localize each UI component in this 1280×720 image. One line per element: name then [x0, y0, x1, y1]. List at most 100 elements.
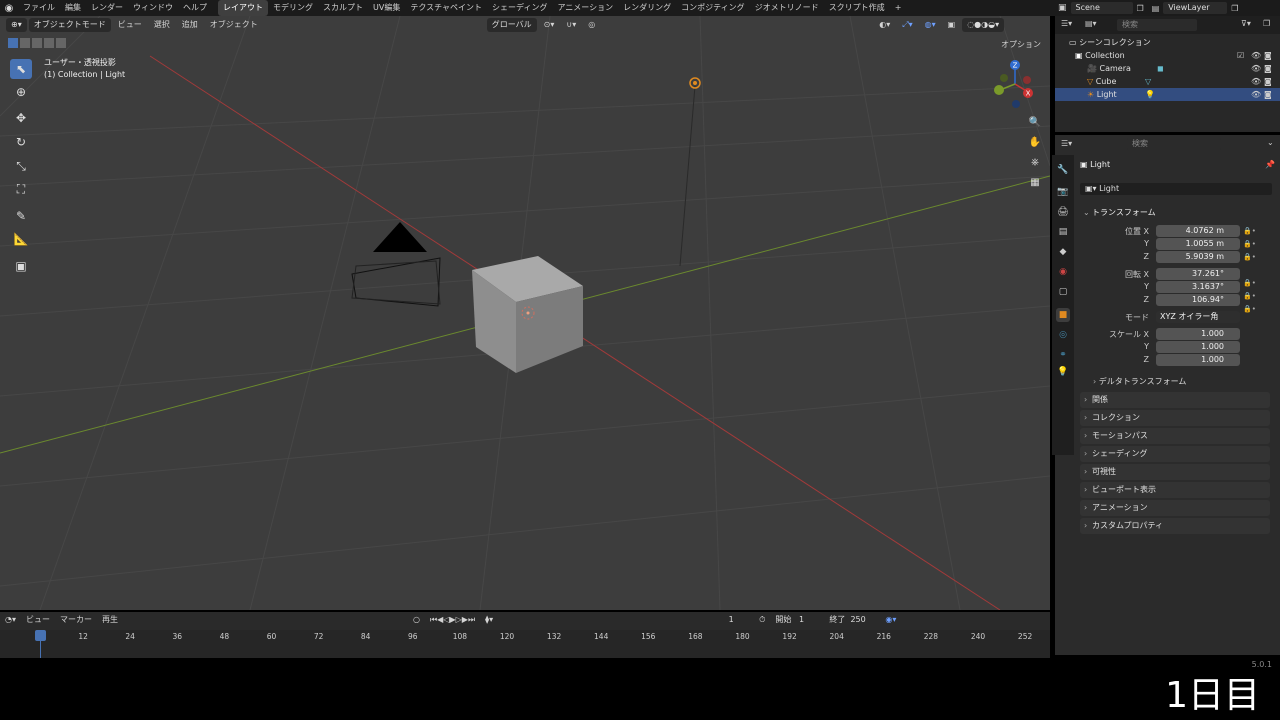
- gizmo-icon[interactable]: ⤢▾: [897, 16, 917, 34]
- panel-relations[interactable]: 関係: [1080, 392, 1270, 408]
- light-eye-icon[interactable]: 👁: [1251, 88, 1261, 101]
- outliner-item-camera[interactable]: 🎥 Camera ◼ 👁 ◙: [1055, 62, 1280, 75]
- outliner-editor-icon[interactable]: ☰▾: [1061, 19, 1072, 28]
- location-y-field[interactable]: 1.0055 m: [1156, 238, 1240, 250]
- rotate-tool-icon[interactable]: ↻: [10, 132, 32, 152]
- camera-data-icon[interactable]: ◼: [1157, 62, 1164, 75]
- outliner-item-cube[interactable]: ▽ Cube ▽ 👁 ◙: [1055, 75, 1280, 88]
- scene-tab-icon[interactable]: ◆: [1056, 245, 1070, 259]
- transform-orientation-dropdown[interactable]: グローバル: [486, 18, 537, 32]
- timeline-menu-view[interactable]: ビュー: [21, 611, 55, 629]
- camera-object[interactable]: [351, 222, 441, 307]
- location-x-field[interactable]: 4.0762 m: [1156, 225, 1240, 237]
- viewport-menu-view[interactable]: ビュー: [113, 16, 147, 34]
- cube-render-icon[interactable]: ◙: [1264, 75, 1272, 88]
- xray-icon[interactable]: ▣: [943, 16, 961, 34]
- light-render-icon[interactable]: ◙: [1264, 88, 1272, 101]
- stopwatch-icon[interactable]: ⏱: [754, 611, 770, 629]
- constraints-tab-icon[interactable]: ⚭: [1056, 348, 1070, 362]
- location-z-field[interactable]: 5.9039 m: [1156, 251, 1240, 263]
- transform-tool-icon[interactable]: ⛶: [10, 179, 32, 199]
- overlay-icon[interactable]: ◍▾: [920, 16, 941, 34]
- new-collection-icon[interactable]: ❐: [1263, 19, 1270, 28]
- display-mode-icon[interactable]: ▤▾: [1085, 19, 1097, 28]
- view-layer-tab-icon[interactable]: ▤: [1056, 225, 1070, 239]
- scene-name-field[interactable]: Scene: [1070, 2, 1133, 14]
- camera-view-icon[interactable]: ⎈: [1027, 154, 1043, 170]
- start-frame-field[interactable]: 開始 1: [770, 613, 823, 627]
- select-extend-icon[interactable]: [20, 38, 30, 48]
- panel-shading[interactable]: シェーディング: [1080, 446, 1270, 462]
- workspace-tab-shading[interactable]: シェーディング: [487, 0, 552, 16]
- scale-y-field[interactable]: 1.000: [1156, 341, 1240, 353]
- playback-dropdown[interactable]: 再生: [97, 611, 123, 629]
- cube-object[interactable]: [472, 256, 583, 373]
- current-frame-field[interactable]: 1: [708, 613, 755, 627]
- select-new-icon[interactable]: [8, 38, 18, 48]
- workspace-tab-texture-paint[interactable]: テクスチャペイント: [405, 0, 487, 16]
- collection-checkbox-icon[interactable]: ☑: [1237, 49, 1244, 62]
- properties-search-input[interactable]: 検索: [1127, 138, 1221, 150]
- add-workspace-icon[interactable]: +: [890, 0, 907, 16]
- delta-transform-header[interactable]: › デルタトランスフォーム: [1093, 376, 1186, 387]
- timeline-editor-icon[interactable]: ◔▾: [0, 611, 21, 629]
- panel-visibility[interactable]: 可視性: [1080, 464, 1270, 480]
- timeline-menu-marker[interactable]: マーカー: [55, 611, 97, 629]
- scale-x-field[interactable]: 1.000: [1156, 328, 1240, 340]
- viewport-menu-select[interactable]: 選択: [149, 16, 175, 34]
- scale-z-field[interactable]: 1.000: [1156, 354, 1240, 366]
- menu-window[interactable]: ウィンドウ: [128, 0, 178, 16]
- viewport-menu-add[interactable]: 追加: [177, 16, 203, 34]
- 3d-viewport[interactable]: ⊕▾ オブジェクトモード ビュー 選択 追加 オブジェクト グローバル ⊙▾ ∪…: [0, 16, 1050, 610]
- scale-tool-icon[interactable]: ⤡: [10, 156, 32, 176]
- menu-help[interactable]: ヘルプ: [178, 0, 212, 16]
- rotation-mode-dropdown[interactable]: XYZ オイラー角: [1156, 311, 1240, 323]
- transform-panel-header[interactable]: ⌄ トランスフォーム: [1080, 205, 1270, 221]
- scene-icon[interactable]: ▣: [1058, 3, 1067, 13]
- move-tool-icon[interactable]: ✥: [10, 108, 32, 128]
- editor-type-icon[interactable]: ⊕▾: [6, 18, 27, 32]
- new-scene-icon[interactable]: ❐: [1137, 4, 1144, 13]
- select-subtract-icon[interactable]: [32, 38, 42, 48]
- collection-eye-icon[interactable]: 👁: [1251, 49, 1261, 62]
- select-intersect-icon[interactable]: [56, 38, 66, 48]
- physics-tab-icon[interactable]: ◎: [1056, 328, 1070, 342]
- world-tab-icon[interactable]: ◉: [1056, 265, 1070, 279]
- light-data-tab-icon[interactable]: 💡: [1056, 365, 1070, 379]
- annotate-tool-icon[interactable]: ✎: [10, 206, 32, 226]
- output-tab-icon[interactable]: 🖨: [1056, 205, 1070, 219]
- select-tool-icon[interactable]: ⬉: [10, 59, 32, 79]
- pin-icon[interactable]: 📌: [1265, 160, 1275, 169]
- keyframe-icon[interactable]: ⧫▾: [480, 611, 498, 629]
- timeline-ruler[interactable]: [0, 630, 1050, 658]
- mesh-data-icon[interactable]: ▽: [1145, 75, 1151, 88]
- menu-render[interactable]: レンダー: [86, 0, 128, 16]
- timeline-view-icon[interactable]: ◉▾: [880, 611, 901, 629]
- object-name-field[interactable]: ▣▾ Light: [1080, 183, 1272, 195]
- pivot-icon[interactable]: ⊙▾: [539, 16, 560, 34]
- options-button[interactable]: オプション: [996, 36, 1046, 54]
- shading-mode-buttons[interactable]: ◌●◑◒▾: [962, 18, 1005, 32]
- workspace-tab-scripting[interactable]: スクリプト作成: [824, 0, 890, 16]
- end-frame-field[interactable]: 終了 250: [824, 613, 881, 627]
- tool-tab-icon[interactable]: 🔧: [1056, 163, 1070, 177]
- auto-keying-icon[interactable]: ○: [408, 611, 425, 629]
- outliner-scene-collection[interactable]: ▭ シーンコレクション: [1055, 36, 1280, 49]
- pan-hand-icon[interactable]: ✋: [1027, 134, 1043, 150]
- visibility-icon[interactable]: ◐▾: [874, 16, 895, 34]
- playback-controls[interactable]: ⏮◀◁▶▷▶⏭: [425, 611, 480, 629]
- proportional-edit-icon[interactable]: ◎: [583, 16, 600, 34]
- snap-icon[interactable]: ∪▾: [561, 16, 581, 34]
- properties-options-icon[interactable]: ⌄: [1267, 138, 1274, 147]
- workspace-tab-rendering[interactable]: レンダリング: [618, 0, 676, 16]
- light-data-icon[interactable]: 💡: [1145, 88, 1155, 101]
- camera-render-icon[interactable]: ◙: [1264, 62, 1272, 75]
- selection-mode-buttons[interactable]: [8, 38, 66, 48]
- collection-camera-icon[interactable]: ◙: [1264, 49, 1272, 62]
- select-invert-icon[interactable]: [44, 38, 54, 48]
- playhead[interactable]: [35, 630, 46, 641]
- viewport-menu-object[interactable]: オブジェクト: [205, 16, 263, 34]
- camera-eye-icon[interactable]: 👁: [1251, 62, 1261, 75]
- collection-tab-icon[interactable]: ▢: [1056, 285, 1070, 299]
- workspace-tab-geometry-nodes[interactable]: ジオメトリノード: [750, 0, 824, 16]
